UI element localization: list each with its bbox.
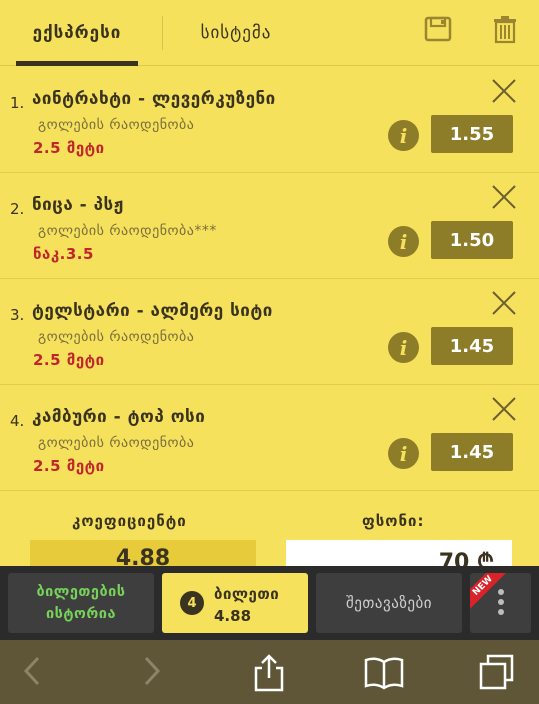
ticket-label: ბილეთი (214, 585, 280, 603)
more-menu-button[interactable]: NEW (470, 573, 531, 633)
tab-separator (162, 16, 163, 50)
bet-match-title: ტელსტარი - ალმერე სიტი (32, 301, 273, 321)
bet-market: გოლების რაოდენობა (38, 117, 195, 133)
bet-match-title: აინტრახტი - ლევერკუზენი (32, 89, 276, 109)
info-icon[interactable]: i (388, 226, 419, 257)
history-label-line2: ისტორია (45, 606, 116, 622)
more-dots-icon (497, 589, 505, 617)
betslip-summary: კოეფიციენტი ფსონი: 4.88 70 ₾ (0, 492, 539, 580)
bet-pick: 2.5 მეტი (33, 457, 105, 475)
bet-item: 2. ნიცა - პსჟ გოლების რაოდენობა*** ნაკ.3… (0, 173, 539, 279)
betslip-app: ექსპრესი სისტემა 1. აინტრახტი - ლევერკუზ… (0, 0, 539, 704)
ticket-button[interactable]: 4 ბილეთი 4.88 (162, 573, 308, 633)
promotions-button[interactable]: შეთავაზები (316, 573, 462, 633)
bet-pick: ნაკ.3.5 (33, 245, 94, 263)
odds-button[interactable]: 1.50 (431, 221, 513, 259)
ticket-history-button[interactable]: ბილეთების ისტორია (8, 573, 154, 633)
bet-number: 1. (10, 94, 25, 112)
info-icon[interactable]: i (388, 120, 419, 151)
coefficient-label: კოეფიციენტი (72, 512, 187, 530)
bet-pick: 2.5 მეტი (33, 139, 105, 157)
bet-market: გოლების რაოდენობა (38, 329, 195, 345)
info-icon[interactable]: i (388, 438, 419, 469)
bet-number: 3. (10, 306, 25, 324)
ticket-count-badge: 4 (180, 591, 204, 615)
share-icon[interactable] (252, 654, 286, 692)
info-icon[interactable]: i (388, 332, 419, 363)
browser-toolbar (0, 640, 539, 704)
bet-number: 2. (10, 200, 25, 218)
bet-match-title: ნიცა - პსჟ (32, 195, 124, 215)
betslip-tabs: ექსპრესი სისტემა (0, 0, 539, 66)
promotions-label: შეთავაზები (346, 594, 432, 612)
bet-item: 1. აინტრახტი - ლევერკუზენი გოლების რაოდე… (0, 67, 539, 173)
tab-system[interactable]: სისტემა (176, 0, 296, 66)
bet-item: 3. ტელსტარი - ალმერე სიტი გოლების რაოდენ… (0, 279, 539, 385)
odds-button[interactable]: 1.45 (431, 433, 513, 471)
tab-express[interactable]: ექსპრესი (16, 0, 138, 66)
tabs-icon[interactable] (478, 654, 516, 690)
bookmarks-icon[interactable] (364, 654, 404, 690)
forward-icon[interactable] (140, 654, 164, 688)
odds-button[interactable]: 1.55 (431, 115, 513, 153)
bottom-nav: ბილეთების ისტორია 4 ბილეთი 4.88 შეთავაზე… (0, 566, 539, 640)
ticket-odds: 4.88 (214, 607, 252, 625)
bet-number: 4. (10, 412, 25, 430)
close-icon[interactable] (490, 395, 518, 423)
bet-market: გოლების რაოდენობა (38, 435, 195, 451)
back-icon[interactable] (20, 654, 44, 688)
bet-match-title: კამბური - ტოპ ოსი (32, 407, 206, 427)
odds-button[interactable]: 1.45 (431, 327, 513, 365)
close-icon[interactable] (490, 77, 518, 105)
trash-icon[interactable] (491, 14, 519, 44)
history-label-line1: ბილეთების (36, 584, 126, 600)
save-icon[interactable] (424, 14, 452, 44)
bet-market: გოლების რაოდენობა*** (38, 223, 217, 239)
bet-pick: 2.5 მეტი (33, 351, 105, 369)
stake-label: ფსონი: (362, 512, 425, 530)
close-icon[interactable] (490, 183, 518, 211)
close-icon[interactable] (490, 289, 518, 317)
bet-item: 4. კამბური - ტოპ ოსი გოლების რაოდენობა 2… (0, 385, 539, 491)
